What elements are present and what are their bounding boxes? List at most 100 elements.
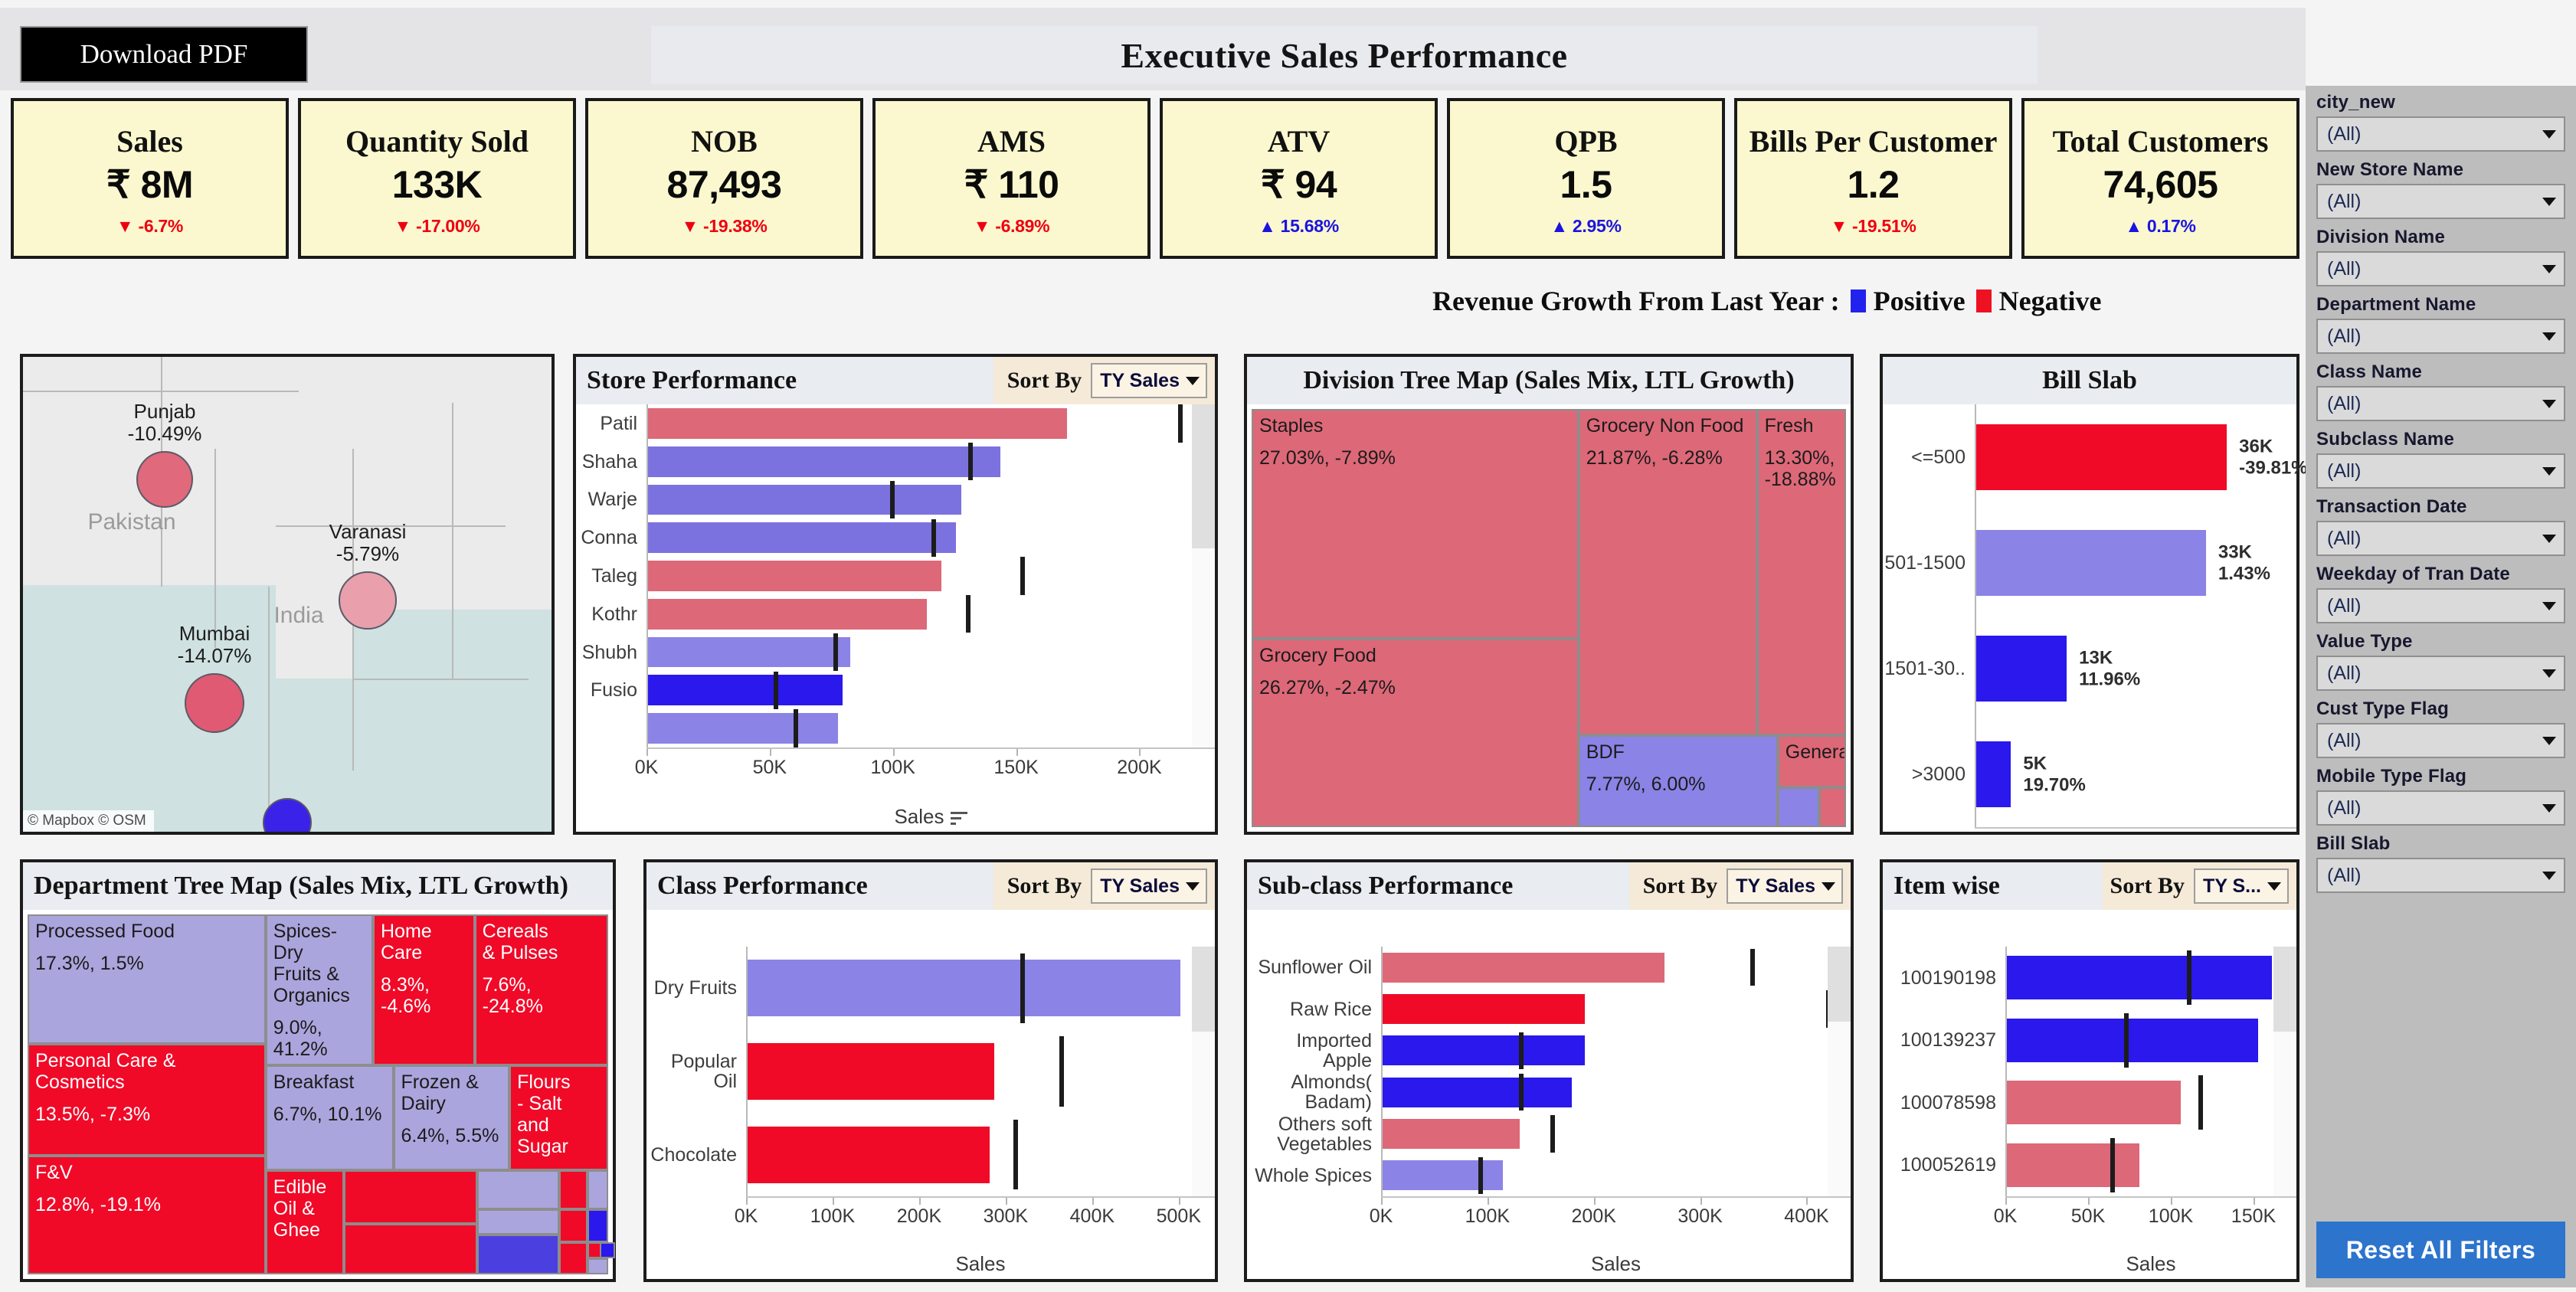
- treemap-cell[interactable]: [599, 1241, 615, 1258]
- kpi-card[interactable]: ATV ₹ 94 ▲ 15.68%: [1160, 98, 1438, 259]
- bar[interactable]: [2007, 956, 2272, 1000]
- bar[interactable]: [748, 1126, 990, 1183]
- filter-dropdown[interactable]: (All): [2316, 723, 2565, 758]
- subclass-performance-chart[interactable]: Sunflower Oil Raw Rice Imported Apple Almon…: [1247, 947, 1851, 1279]
- treemap-cell[interactable]: [558, 1241, 588, 1274]
- bar[interactable]: [2007, 1081, 2181, 1125]
- treemap-cell[interactable]: Fresh 13.30%, -18.88%: [1756, 409, 1846, 735]
- sort-by-select[interactable]: TY Sales: [1091, 868, 1207, 904]
- treemap-cell[interactable]: [477, 1209, 559, 1235]
- treemap-cell[interactable]: [1819, 787, 1846, 827]
- class-performance-chart[interactable]: Dry Fruits Popular Oil Chocolate 0K 100K 200K…: [646, 947, 1215, 1279]
- bar[interactable]: [1976, 741, 2011, 807]
- treemap-cell[interactable]: Grocery Non Food 21.87%, -6.28%: [1578, 409, 1757, 735]
- treemap-cell[interactable]: General: [1777, 734, 1846, 788]
- india-sales-map[interactable]: Pakistan India Punjab -10.49% Varanasi -5.7…: [23, 357, 552, 832]
- bar[interactable]: [748, 1043, 994, 1100]
- filter-dropdown[interactable]: (All): [2316, 521, 2565, 556]
- bar[interactable]: [1383, 1118, 1520, 1150]
- kpi-card[interactable]: AMS ₹ 110 ▼ -6.89%: [872, 98, 1151, 259]
- item-wise-chart[interactable]: 100190198 100139237 100078598 100052619 0K 50…: [1883, 947, 2296, 1279]
- bar[interactable]: [648, 522, 957, 554]
- treemap-cell[interactable]: [588, 1258, 608, 1274]
- download-pdf-button[interactable]: Download PDF: [20, 26, 308, 83]
- filter-dropdown[interactable]: (All): [2316, 251, 2565, 286]
- scrollbar-thumb[interactable]: [1828, 947, 1851, 1022]
- bar[interactable]: [1383, 1077, 1573, 1107]
- map-bubble[interactable]: [185, 673, 244, 733]
- bar[interactable]: [2007, 1143, 2139, 1187]
- treemap-cell[interactable]: [588, 1209, 608, 1242]
- sort-by-select[interactable]: TY Sales: [1727, 868, 1843, 904]
- treemap-cell[interactable]: [477, 1169, 559, 1210]
- store-performance-chart[interactable]: Patil Shaha Warje Conna Taleg Kothr Shubh Fusio…: [576, 404, 1215, 832]
- treemap-cell[interactable]: Flours - Salt and Sugar: [509, 1065, 608, 1170]
- kpi-card[interactable]: Quantity Sold 133K ▼ -17.00%: [298, 98, 576, 259]
- filter-dropdown[interactable]: (All): [2316, 184, 2565, 219]
- filter-dropdown[interactable]: (All): [2316, 116, 2565, 152]
- kpi-card[interactable]: QPB 1.5 ▲ 2.95%: [1447, 98, 1725, 259]
- bill-slab-chart[interactable]: <=500 501-1500 1501-30.. >3000 36K -39.81% 33K…: [1883, 404, 2308, 832]
- scrollbar-thumb[interactable]: [2273, 947, 2296, 1032]
- bar[interactable]: [748, 960, 1180, 1017]
- bar[interactable]: [648, 636, 850, 668]
- vertical-scrollbar[interactable]: [1192, 947, 1215, 1196]
- bar[interactable]: [648, 675, 843, 706]
- scrollbar-thumb[interactable]: [1192, 404, 1215, 549]
- filter-dropdown[interactable]: (All): [2316, 858, 2565, 893]
- bar[interactable]: [648, 446, 1001, 477]
- division-treemap[interactable]: Staples 27.03%, -7.89% Grocery Food 26.27%,…: [1252, 409, 1846, 827]
- sales-map-panel[interactable]: Pakistan India Punjab -10.49% Varanasi -5.7…: [20, 354, 555, 835]
- bar[interactable]: [2007, 1018, 2259, 1062]
- scrollbar-thumb[interactable]: [1192, 947, 1215, 1032]
- map-bubble[interactable]: [136, 451, 193, 508]
- filter-dropdown[interactable]: (All): [2316, 319, 2565, 354]
- treemap-cell[interactable]: [588, 1169, 608, 1210]
- sort-by-select[interactable]: TY Sales: [1091, 363, 1207, 398]
- filter-dropdown[interactable]: (All): [2316, 656, 2565, 691]
- filter-dropdown[interactable]: (All): [2316, 790, 2565, 826]
- treemap-cell[interactable]: Processed Food 17.3%, 1.5%: [28, 914, 266, 1045]
- bar[interactable]: [648, 598, 927, 630]
- vertical-scrollbar[interactable]: [1192, 404, 1215, 747]
- bar[interactable]: [1383, 1160, 1503, 1191]
- bar[interactable]: [1383, 1035, 1585, 1066]
- filter-dropdown[interactable]: (All): [2316, 588, 2565, 623]
- vertical-scrollbar[interactable]: [1828, 947, 1851, 1196]
- bar[interactable]: [648, 713, 838, 744]
- filter-dropdown[interactable]: (All): [2316, 386, 2565, 421]
- treemap-cell[interactable]: Breakfast 6.7%, 10.1%: [265, 1065, 394, 1170]
- bar[interactable]: [648, 484, 961, 515]
- treemap-cell[interactable]: Home Care 8.3%, -4.6%: [373, 914, 475, 1066]
- reset-all-filters-button[interactable]: Reset All Filters: [2316, 1222, 2565, 1278]
- treemap-cell[interactable]: Grocery Food 26.27%, -2.47%: [1252, 639, 1579, 827]
- bar[interactable]: [1976, 636, 2067, 702]
- sort-descending-icon[interactable]: [950, 810, 967, 826]
- bar[interactable]: [648, 561, 941, 591]
- treemap-cell[interactable]: [344, 1224, 478, 1274]
- treemap-cell[interactable]: BDF 7.77%, 6.00%: [1578, 734, 1778, 827]
- treemap-cell[interactable]: [558, 1169, 588, 1210]
- treemap-cell[interactable]: [558, 1209, 588, 1242]
- treemap-cell[interactable]: Edible Oil & Ghee: [265, 1169, 345, 1274]
- filter-dropdown[interactable]: (All): [2316, 453, 2565, 489]
- bar[interactable]: [1976, 530, 2206, 596]
- treemap-cell[interactable]: [477, 1235, 559, 1274]
- kpi-card[interactable]: Sales ₹ 8M ▼ -6.7%: [11, 98, 289, 259]
- department-treemap[interactable]: Processed Food 17.3%, 1.5% Personal Care &…: [28, 914, 615, 1274]
- treemap-cell[interactable]: Personal Care & Cosmetics 13.5%, -7.3%: [28, 1044, 266, 1156]
- bar[interactable]: [648, 407, 1067, 439]
- treemap-cell[interactable]: Cereals & Pulses 7.6%, -24.8%: [474, 914, 608, 1066]
- kpi-card[interactable]: Bills Per Customer 1.2 ▼ -19.51%: [1734, 98, 2012, 259]
- treemap-cell[interactable]: F&V 12.8%, -19.1%: [28, 1155, 266, 1274]
- bar[interactable]: [1383, 993, 1585, 1025]
- treemap-cell[interactable]: Spices-Dry Fruits & Organics 9.0%, 41.2%: [265, 914, 373, 1066]
- map-bubble[interactable]: [339, 571, 397, 630]
- bar[interactable]: [1383, 952, 1664, 983]
- treemap-cell[interactable]: Staples 27.03%, -7.89%: [1252, 409, 1579, 639]
- treemap-cell[interactable]: Frozen & Dairy 6.4%, 5.5%: [393, 1065, 510, 1170]
- vertical-scrollbar[interactable]: [2273, 947, 2296, 1196]
- kpi-card[interactable]: NOB 87,493 ▼ -19.38%: [585, 98, 863, 259]
- treemap-cell[interactable]: [344, 1169, 478, 1225]
- kpi-card[interactable]: Total Customers 74,605 ▲ 0.17%: [2021, 98, 2299, 259]
